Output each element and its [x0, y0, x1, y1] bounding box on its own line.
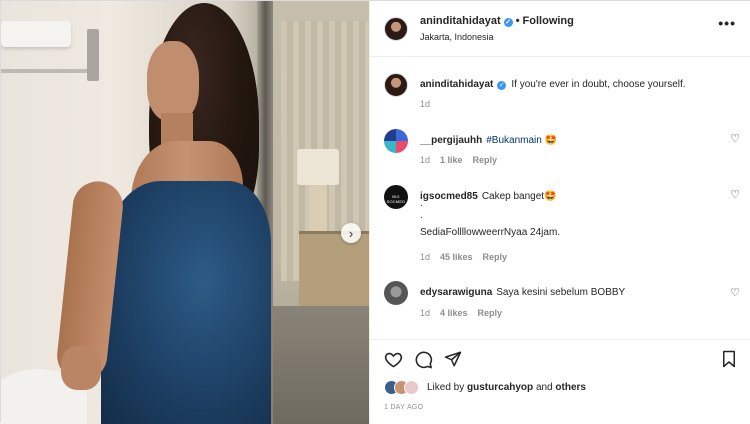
owner-line: aninditahidayat ✓ • Following	[420, 15, 574, 27]
comment-like-heart-icon[interactable]: ♡	[730, 286, 740, 299]
post-sidebar: aninditahidayat ✓ • Following Jakarta, Indo…	[369, 1, 750, 424]
comment-extra-line: SediaFollllowweerrNyaa 24jam.	[420, 227, 561, 238]
liked-by-avatars[interactable]	[384, 380, 428, 396]
comment-username[interactable]: igsocmed85	[420, 191, 478, 202]
comment-line: __pergijauhh #Bukanmain 🤩	[420, 130, 557, 148]
comment-likes[interactable]: 1 like	[440, 155, 463, 165]
comment-time: 1d	[420, 252, 431, 262]
comment-avatar[interactable]	[384, 281, 408, 305]
comment-text: 🤩	[541, 135, 558, 146]
heart-icon[interactable]	[382, 348, 404, 370]
comment-avatar[interactable]: BIG SOCMED	[384, 185, 408, 209]
post-header: aninditahidayat ✓ • Following Jakarta, Indo…	[370, 1, 750, 57]
liked-by-joiner: and	[535, 382, 553, 393]
carousel-next-button[interactable]: ›	[341, 223, 361, 243]
comment-hashtag[interactable]: #Bukanmain	[486, 135, 542, 146]
comment-icon[interactable]	[412, 348, 434, 370]
bookmark-icon[interactable]	[718, 348, 740, 370]
following-button[interactable]: Following	[523, 15, 574, 27]
liked-by-user[interactable]: gusturcahyop	[467, 382, 533, 393]
liked-by-others[interactable]: others	[555, 382, 586, 393]
comment-time: 1d	[420, 155, 431, 165]
post-window: › aninditahidayat ✓ • Following Jakarta, In…	[0, 0, 750, 424]
liked-by-text: Liked by gusturcahyop and others	[427, 382, 586, 393]
comment-likes[interactable]: 4 likes	[440, 308, 468, 318]
owner-avatar[interactable]	[384, 17, 408, 41]
post-actions: Liked by gusturcahyop and others 1 DAY A…	[370, 339, 750, 424]
verified-badge-icon: ✓	[503, 18, 513, 27]
comment-meta: 1d 45 likes Reply	[420, 252, 507, 262]
comment-likes[interactable]: 45 likes	[440, 252, 473, 262]
comment-text: Cakep banget🤩	[481, 191, 557, 202]
photo-hand	[61, 346, 101, 390]
comment-reply-button[interactable]: Reply	[473, 155, 498, 165]
photo-side-table	[299, 231, 369, 311]
comment-extra-line: .	[420, 210, 423, 221]
photo-face	[147, 41, 199, 121]
post-location[interactable]: Jakarta, Indonesia	[420, 32, 494, 42]
comment-like-heart-icon[interactable]: ♡	[730, 132, 740, 145]
photo-lamp-shade	[297, 149, 339, 185]
more-options-icon[interactable]: •••	[718, 15, 736, 31]
comment-extra-line: .	[420, 198, 423, 209]
photo-dress	[101, 181, 271, 424]
caption-time: 1d	[420, 99, 431, 109]
comment-username[interactable]: edysarawiguna	[420, 287, 492, 298]
photo-floor	[269, 306, 369, 424]
comment-line: igsocmed85 Cakep banget🤩	[420, 186, 557, 204]
comment-like-heart-icon[interactable]: ♡	[730, 188, 740, 201]
liker-avatar	[404, 380, 419, 395]
chevron-right-icon: ›	[348, 225, 354, 241]
owner-username[interactable]: aninditahidayat	[420, 15, 501, 27]
liked-by-prefix: Liked by	[427, 382, 465, 393]
caption-avatar[interactable]	[384, 73, 408, 97]
comment-reply-button[interactable]: Reply	[478, 308, 503, 318]
comment-meta: 1d 1 like Reply	[420, 155, 497, 165]
comment-meta: 1d 4 likes Reply	[420, 308, 502, 318]
comment-username[interactable]: __pergijauhh	[420, 135, 482, 146]
caption-verified-icon: ✓	[497, 81, 507, 90]
photo-person	[54, 1, 281, 424]
caption-text: If you're ever in doubt, choose yourself…	[511, 79, 686, 90]
post-photo[interactable]: ›	[1, 1, 369, 424]
separator-dot: •	[515, 15, 520, 27]
comment-line: edysarawiguna Saya kesini sebelum BOBBY	[420, 282, 625, 300]
photo-lamp-base	[309, 185, 327, 231]
comment-text: Saya kesini sebelum BOBBY	[496, 287, 626, 298]
caption-username[interactable]: aninditahidayat	[420, 79, 493, 90]
comments-list: aninditahidayat ✓ If you're ever in doubt,…	[370, 57, 750, 339]
post-timestamp: 1 DAY AGO	[384, 404, 424, 411]
comment-reply-button[interactable]: Reply	[483, 252, 508, 262]
avatar-logo-text: BIG SOCMED	[386, 194, 406, 204]
comment-avatar[interactable]	[384, 129, 408, 153]
caption-line: aninditahidayat ✓ If you're ever in doubt,…	[420, 74, 686, 92]
comment-time: 1d	[420, 308, 431, 318]
share-icon[interactable]	[442, 348, 464, 370]
